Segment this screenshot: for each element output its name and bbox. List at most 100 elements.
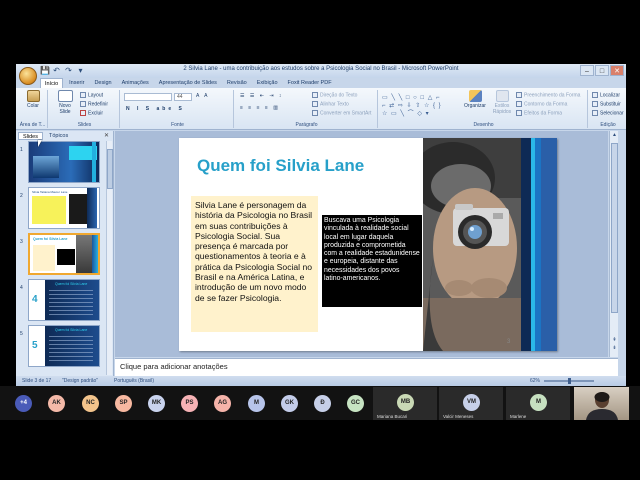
close-pane-icon[interactable]: ✕	[104, 132, 109, 139]
zoom-slider[interactable]	[544, 378, 594, 384]
new-slide-button[interactable]: Novo Slide	[53, 90, 77, 115]
drawing-group: ▭ ╲ ╲ □ ○ □ △ ⌐ ⌐ ⇄ ⇨ ⇩ ⇧ ☆ { } ☆ ▭ ╲ ⌒ ◇ …	[380, 90, 588, 128]
font-size-field[interactable]: 44	[174, 93, 192, 101]
participant-avatar[interactable]: AG	[214, 395, 231, 412]
next-slide-icon[interactable]: ⇟	[610, 345, 619, 351]
tab-exibicao[interactable]: Exibição	[253, 78, 282, 88]
tab-apresentacao[interactable]: Apresentação de Slides	[155, 78, 221, 88]
font-name-field[interactable]	[124, 93, 172, 101]
shape-outline-button[interactable]: Contorno da Forma	[516, 101, 567, 107]
minimize-button[interactable]: –	[580, 65, 594, 76]
ribbon-tabs: Início Inserir Design Animações Apresent…	[40, 78, 336, 88]
align-text-icon	[312, 101, 318, 107]
slide-thumbnail-4[interactable]: 4 Quem foi Silvia Lane	[28, 279, 100, 321]
text-direction-button[interactable]: Direção do Texto	[312, 92, 357, 98]
shape-fill-icon	[516, 92, 522, 98]
self-video-tile[interactable]	[574, 387, 629, 420]
participant-tile[interactable]: M Marlene	[506, 387, 570, 420]
thumbnail-caption: Quem foi Silvia Lane	[55, 282, 88, 286]
thumbnail-stripe	[92, 142, 96, 182]
select-icon	[592, 110, 598, 116]
scrollbar-thumb[interactable]	[611, 143, 618, 313]
slide-number-footer: 3	[507, 339, 511, 345]
tab-slides[interactable]: Slides	[18, 132, 43, 140]
shape-fill-button[interactable]: Preenchimento da Forma	[516, 92, 580, 98]
quick-styles-icon	[495, 90, 509, 102]
status-bar: Slide 3 de 17 "Design padrão" Português …	[16, 376, 626, 386]
participant-name: Marlene	[510, 414, 527, 419]
slide-thumbnail-1[interactable]	[28, 141, 100, 183]
find-button[interactable]: Localizar	[592, 92, 620, 98]
tab-animacoes[interactable]: Animações	[118, 78, 153, 88]
arrange-button[interactable]: Organizar	[462, 90, 488, 109]
list-buttons[interactable]: ☰ ☰ ⇤ ⇥ ↕	[240, 93, 283, 99]
close-button[interactable]: ✕	[610, 65, 624, 76]
slide-photo-person-with-camera[interactable]	[423, 138, 521, 351]
thumbnail-text-lines	[49, 336, 93, 362]
participant-avatar[interactable]: PS	[181, 395, 198, 412]
slide-number: 3	[20, 239, 23, 245]
slides-pane-scrollbar[interactable]	[106, 141, 113, 375]
slide-thumbnail-5[interactable]: 5 Quem foi Silvia Lane	[28, 325, 100, 367]
paste-button[interactable]: Colar	[24, 90, 42, 109]
participant-tile[interactable]: VM Valcir Meneses	[439, 387, 503, 420]
layout-button[interactable]: Layout	[80, 92, 103, 98]
participant-name: Mariana Bucari	[377, 414, 408, 419]
slide-decorative-stripes	[521, 138, 557, 351]
tab-inicio[interactable]: Início	[40, 78, 64, 88]
scroll-up-icon[interactable]: ▲	[610, 132, 619, 138]
tab-inserir[interactable]: Inserir	[65, 78, 88, 88]
ribbon: Colar Área de T... Novo Slide Layout Red…	[16, 88, 626, 130]
zoom-level[interactable]: 62%	[530, 378, 540, 384]
participant-tile[interactable]: MB Mariana Bucari	[373, 387, 437, 420]
slide-yellow-textbox[interactable]: Silvia Lane é personagem da história da …	[191, 196, 318, 332]
screen: 💾 ↶ ↷ ▾ 2 Silvia Lane - uma contribuição…	[0, 0, 640, 480]
pane-tabs: Slides Tópicos	[18, 132, 72, 140]
slide-title[interactable]: Quem foi Silvia Lane	[197, 156, 364, 176]
thumbnail-text-block	[57, 249, 75, 265]
previous-slide-icon[interactable]: ⇞	[610, 337, 619, 343]
thumbnail-image	[33, 156, 59, 178]
slide-black-textbox[interactable]: Buscava uma Psicologia vinculada à reali…	[322, 215, 422, 307]
participant-avatar[interactable]: Ð	[314, 395, 331, 412]
scrollbar-thumb[interactable]	[107, 149, 113, 189]
slide-thumbnail-3[interactable]: Quem foi Silvia Lane	[28, 233, 100, 275]
tab-foxit[interactable]: Foxit Reader PDF	[284, 78, 336, 88]
align-buttons[interactable]: ≡ ≡ ≡ ≡ ▥	[240, 105, 280, 111]
participant-avatar[interactable]: M	[248, 395, 265, 412]
grow-shrink-font-buttons[interactable]: A A	[196, 93, 210, 99]
participant-avatar[interactable]: MK	[148, 395, 165, 412]
maximize-button[interactable]: □	[595, 65, 609, 76]
participant-avatar[interactable]: SP	[115, 395, 132, 412]
participant-avatar[interactable]: NC	[82, 395, 99, 412]
select-button[interactable]: Selecionar	[592, 110, 624, 116]
quick-styles-button[interactable]: Estilos Rápidos	[490, 90, 514, 115]
office-button[interactable]	[19, 67, 37, 85]
thumbnail-big-number: 4	[32, 294, 38, 305]
align-text-button[interactable]: Alinhar Texto	[312, 101, 349, 107]
more-participants-button[interactable]: +4	[15, 395, 32, 412]
notes-pane[interactable]: Clique para adicionar anotações	[115, 358, 618, 376]
tab-design[interactable]: Design	[90, 78, 115, 88]
participant-avatar[interactable]: AK	[48, 395, 65, 412]
thumbnail-text-block	[33, 245, 55, 271]
delete-slide-button[interactable]: Excluir	[80, 110, 103, 116]
font-style-buttons[interactable]: N I S abe S	[126, 106, 185, 112]
thumbnail-caption: Silvia Tatiana Maurer Lane	[32, 190, 68, 194]
shape-effects-button[interactable]: Efeitos da Forma	[516, 110, 562, 116]
participant-avatar[interactable]: GC	[347, 395, 364, 412]
participant-avatar[interactable]: GK	[281, 395, 298, 412]
slide-vertical-scrollbar[interactable]: ▲ ⇞ ⇟	[609, 131, 618, 357]
tab-topicos[interactable]: Tópicos	[45, 132, 72, 140]
tab-revisao[interactable]: Revisão	[223, 78, 251, 88]
thumbnail-stripe	[92, 235, 98, 273]
paragraph-group: ☰ ☰ ⇤ ⇥ ↕ ≡ ≡ ≡ ≡ ▥ Direção do Texto Ali…	[236, 90, 378, 128]
shapes-gallery[interactable]: ▭ ╲ ╲ □ ○ □ △ ⌐ ⌐ ⇄ ⇨ ⇩ ⇧ ☆ { } ☆ ▭ ╲ ⌒ ◇ …	[382, 94, 442, 118]
reset-button[interactable]: Redefinir	[80, 101, 108, 107]
smartart-button[interactable]: Converter em SmartArt	[312, 110, 371, 116]
slide-thumbnail-2[interactable]: Silvia Tatiana Maurer Lane	[28, 187, 100, 229]
powerpoint-window: 💾 ↶ ↷ ▾ 2 Silvia Lane - uma contribuição…	[16, 64, 626, 386]
replace-button[interactable]: Substituir	[592, 101, 621, 107]
editing-group: Localizar Substituir Selecionar Edição	[590, 90, 626, 128]
current-slide[interactable]: Quem foi Silvia Lane Silvia Lane é perso…	[179, 138, 557, 351]
